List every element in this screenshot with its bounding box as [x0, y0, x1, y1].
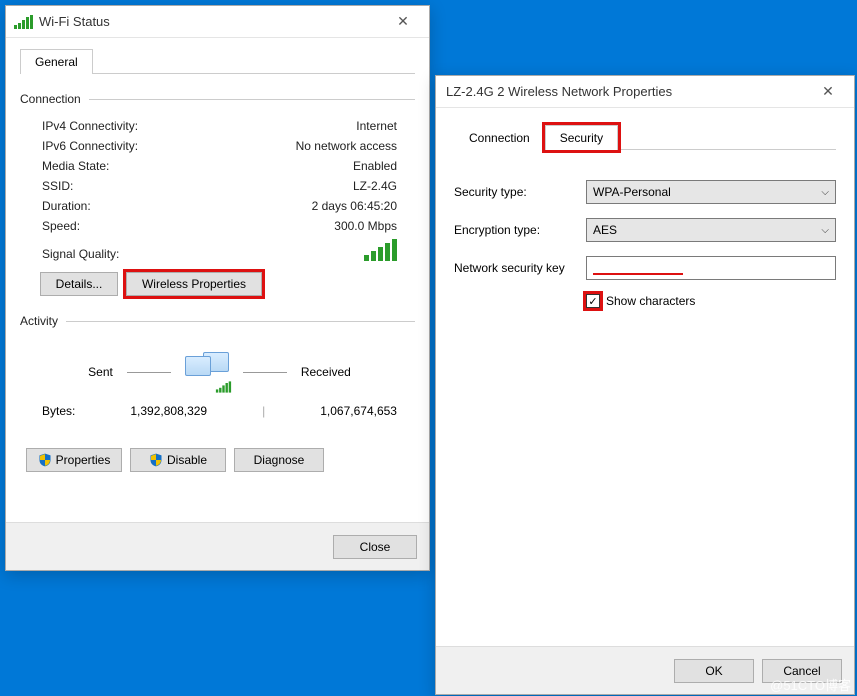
wifi-signal-icon: [14, 15, 33, 29]
network-monitor-icon: [185, 352, 229, 392]
network-properties-dialog: LZ-2.4G 2 Wireless Network Properties ✕ …: [435, 75, 855, 695]
row-ipv6: IPv6 Connectivity: No network access: [20, 136, 415, 156]
diagnose-button[interactable]: Diagnose: [234, 448, 324, 472]
security-type-label: Security type:: [454, 185, 586, 199]
wireless-properties-button[interactable]: Wireless Properties: [126, 272, 262, 296]
close-button[interactable]: Close: [333, 535, 417, 559]
security-type-select[interactable]: WPA-Personal ⌵: [586, 180, 836, 204]
activity-area: Sent Received Bytes: 1,392,808,329 | 1,0…: [20, 338, 415, 444]
encryption-type-select[interactable]: AES ⌵: [586, 218, 836, 242]
chevron-down-icon: ⌵: [821, 225, 829, 236]
props-title: LZ-2.4G 2 Wireless Network Properties: [446, 84, 810, 99]
bytes-sent: 1,392,808,329: [130, 404, 207, 418]
close-icon[interactable]: ✕: [810, 79, 846, 105]
row-security-type: Security type: WPA-Personal ⌵: [454, 180, 836, 204]
show-characters-label: Show characters: [606, 294, 695, 308]
security-key-value: [593, 261, 683, 275]
properties-button-label: Properties: [56, 453, 111, 467]
speed-label: Speed:: [42, 219, 80, 233]
row-signal: Signal Quality:: [20, 236, 415, 264]
ipv6-value: No network access: [296, 139, 397, 153]
wifi-status-dialog: Wi-Fi Status ✕ General Connection IPv4 C…: [5, 5, 430, 571]
security-type-value: WPA-Personal: [593, 185, 671, 199]
sent-received-row: Sent Received: [42, 352, 397, 392]
security-key-label: Network security key: [454, 261, 586, 275]
security-key-input[interactable]: [586, 256, 836, 280]
action-button-row: Properties Disable Diagnose: [20, 444, 415, 472]
wifi-tab-strip: General: [20, 48, 415, 74]
ipv4-label: IPv4 Connectivity:: [42, 119, 138, 133]
bytes-divider: |: [262, 404, 265, 418]
ok-button[interactable]: OK: [674, 659, 754, 683]
props-tab-strip: Connection Security: [454, 124, 836, 150]
show-characters-checkbox[interactable]: ✓: [586, 294, 600, 308]
bytes-row: Bytes: 1,392,808,329 | 1,067,674,653: [42, 398, 397, 434]
media-label: Media State:: [42, 159, 109, 173]
row-speed: Speed: 300.0 Mbps: [20, 216, 415, 236]
duration-value: 2 days 06:45:20: [312, 199, 397, 213]
media-value: Enabled: [353, 159, 397, 173]
bytes-label: Bytes:: [42, 404, 75, 418]
group-activity-label: Activity: [20, 314, 415, 328]
tab-security[interactable]: Security: [545, 125, 618, 150]
row-security-key: Network security key: [454, 256, 836, 280]
received-label: Received: [301, 365, 351, 379]
ssid-value: LZ-2.4G: [353, 179, 397, 193]
props-titlebar: LZ-2.4G 2 Wireless Network Properties ✕: [436, 76, 854, 108]
disable-button[interactable]: Disable: [130, 448, 226, 472]
tab-connection[interactable]: Connection: [454, 125, 545, 150]
wifi-body: General Connection IPv4 Connectivity: In…: [6, 38, 429, 482]
row-ssid: SSID: LZ-2.4G: [20, 176, 415, 196]
row-duration: Duration: 2 days 06:45:20: [20, 196, 415, 216]
encryption-type-value: AES: [593, 223, 617, 237]
details-button[interactable]: Details...: [40, 272, 118, 296]
signal-quality-icon: [364, 239, 397, 261]
connection-button-row: Details... Wireless Properties: [20, 264, 415, 310]
ipv4-value: Internet: [356, 119, 397, 133]
close-icon[interactable]: ✕: [385, 9, 421, 35]
shield-icon: [149, 453, 163, 467]
ssid-label: SSID:: [42, 179, 73, 193]
watermark: @51CTO博客: [770, 675, 851, 694]
encryption-type-label: Encryption type:: [454, 223, 586, 237]
speed-value: 300.0 Mbps: [334, 219, 397, 233]
row-media: Media State: Enabled: [20, 156, 415, 176]
props-body: Connection Security Security type: WPA-P…: [436, 108, 854, 308]
properties-button[interactable]: Properties: [26, 448, 122, 472]
chevron-down-icon: ⌵: [821, 187, 829, 198]
disable-button-label: Disable: [167, 453, 207, 467]
ipv6-label: IPv6 Connectivity:: [42, 139, 138, 153]
bytes-recv: 1,067,674,653: [320, 404, 397, 418]
tab-general[interactable]: General: [20, 49, 93, 74]
wifi-footer: Close: [6, 522, 429, 570]
wifi-title: Wi-Fi Status: [39, 14, 385, 29]
row-show-characters: ✓ Show characters: [586, 294, 836, 308]
row-ipv4: IPv4 Connectivity: Internet: [20, 116, 415, 136]
row-encryption-type: Encryption type: AES ⌵: [454, 218, 836, 242]
duration-label: Duration:: [42, 199, 91, 213]
signal-label: Signal Quality:: [42, 247, 119, 261]
group-connection-label: Connection: [20, 92, 415, 106]
wifi-titlebar: Wi-Fi Status ✕: [6, 6, 429, 38]
sent-line: [127, 372, 171, 373]
sent-label: Sent: [88, 365, 113, 379]
recv-line: [243, 372, 287, 373]
shield-icon: [38, 453, 52, 467]
